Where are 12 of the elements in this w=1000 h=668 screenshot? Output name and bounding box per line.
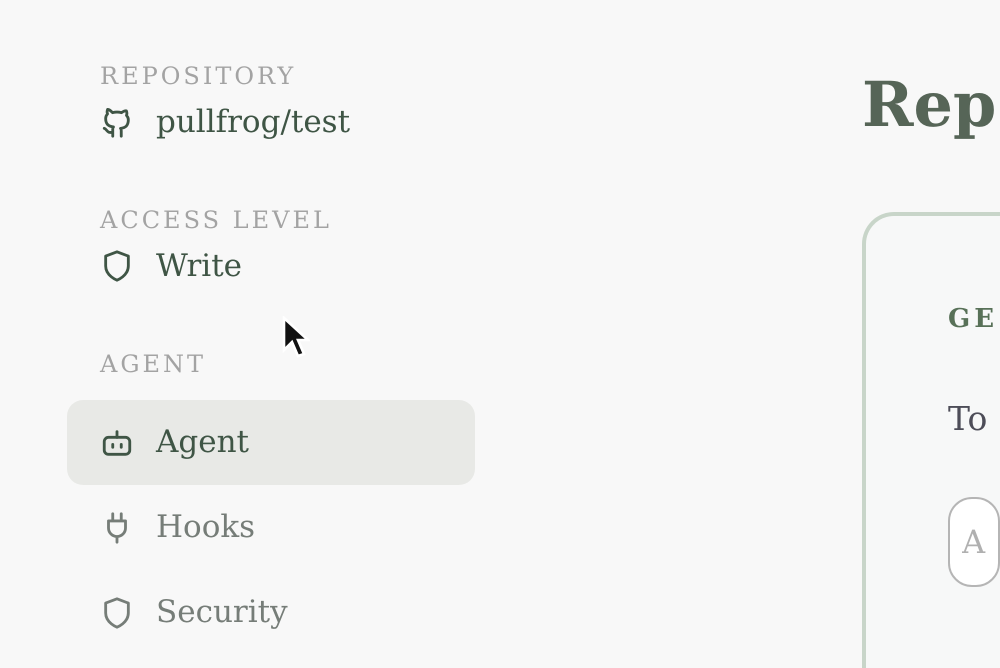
nav-item[interactable]: Security: [67, 570, 475, 655]
section-label: ACCESS LEVEL: [98, 205, 333, 236]
nav-item[interactable]: Hooks: [67, 485, 475, 570]
card-text: To: [948, 402, 988, 435]
card-heading: GE: [948, 306, 1000, 332]
nav-item[interactable]: Agent: [67, 400, 475, 485]
section-label: REPOSITORY: [99, 61, 298, 92]
info-value: pullfrog/test: [156, 102, 350, 142]
info-value: Write: [156, 246, 242, 286]
cursor-icon: [282, 316, 310, 360]
input-field[interactable]: A: [948, 497, 1000, 587]
section-label: AGENT: [98, 349, 208, 380]
